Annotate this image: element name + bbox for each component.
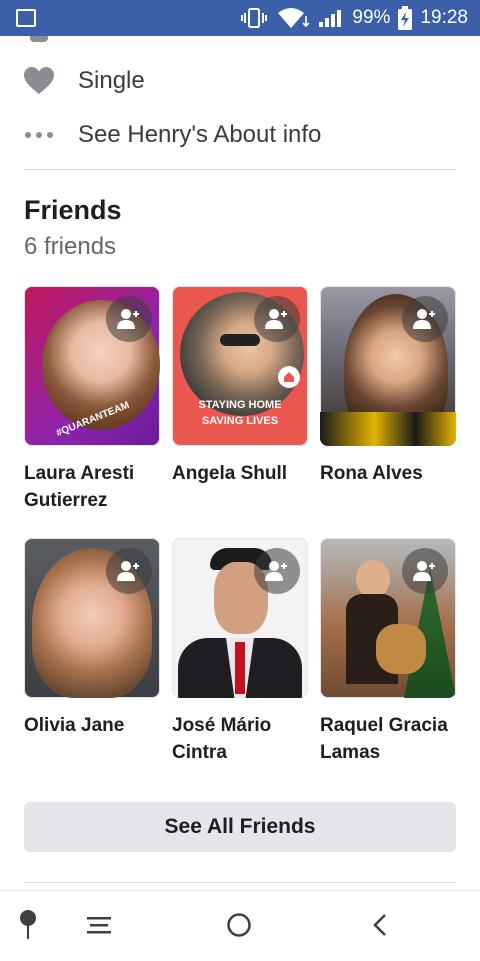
friend-name[interactable]: Laura Aresti Gutierrez xyxy=(24,460,160,514)
relationship-row[interactable]: Single xyxy=(24,61,456,101)
friend-card-rona[interactable]: Rona Alves xyxy=(320,286,456,487)
friend-name-line1: Olivia Jane xyxy=(24,715,125,736)
add-friend-icon[interactable] xyxy=(402,548,448,594)
friend-name-line1: Angela Shull xyxy=(172,463,288,484)
friends-count[interactable]: 6 friends xyxy=(24,233,116,261)
bottom-divider xyxy=(24,882,456,883)
friend-card-olivia[interactable]: Olivia Jane xyxy=(24,538,160,739)
friend-name-line2: Gutierrez xyxy=(24,490,108,511)
friend-name-line2: Lamas xyxy=(320,742,381,763)
see-about-link[interactable]: See Henry's About info xyxy=(78,121,321,149)
friend-name[interactable]: Rona Alves xyxy=(320,460,456,487)
wifi-icon xyxy=(278,8,310,28)
relationship-status: Single xyxy=(78,67,145,94)
signal-icon xyxy=(319,10,342,27)
status-right: 99% 19:28 xyxy=(240,0,468,36)
add-friend-icon[interactable] xyxy=(254,548,300,594)
see-all-friends-button[interactable]: See All Friends xyxy=(24,802,456,852)
back-icon[interactable] xyxy=(364,909,396,941)
vibrate-icon xyxy=(241,8,268,28)
add-friend-icon[interactable] xyxy=(106,548,152,594)
add-friend-icon[interactable] xyxy=(254,296,300,342)
add-friend-icon[interactable] xyxy=(402,296,448,342)
battery-charging-icon xyxy=(398,6,413,30)
friend-name-line2: Cintra xyxy=(172,742,227,763)
heart-icon xyxy=(24,67,54,95)
friend-name-line1: José Mário xyxy=(172,715,272,736)
clock: 19:28 xyxy=(420,7,468,28)
more-dots-icon xyxy=(24,131,54,139)
menu-icon[interactable] xyxy=(83,909,115,941)
friend-name-line1: Rona Alves xyxy=(320,463,423,484)
image-icon xyxy=(16,9,36,27)
friend-photo[interactable]: #QUARANTEAM xyxy=(24,286,160,446)
friends-title: Friends xyxy=(24,195,122,225)
friend-photo[interactable] xyxy=(24,538,160,698)
friend-photo[interactable] xyxy=(320,286,456,446)
friend-name-line1: Raquel Gracia xyxy=(320,715,448,736)
friend-photo[interactable]: STAYING HOME SAVING LIVES xyxy=(172,286,308,446)
friend-name[interactable]: Olivia Jane xyxy=(24,712,160,739)
friend-name[interactable]: Raquel Gracia Lamas xyxy=(320,712,456,766)
friend-card-raquel[interactable]: Raquel Gracia Lamas xyxy=(320,538,456,766)
friend-name-line1: Laura Aresti xyxy=(24,463,135,484)
friend-card-jose[interactable]: José Mário Cintra xyxy=(172,538,308,766)
friend-card-laura[interactable]: #QUARANTEAM Laura Aresti Gutierrez xyxy=(24,286,160,514)
cut-off-row xyxy=(30,36,48,42)
house-icon xyxy=(278,366,300,388)
android-nav-bar xyxy=(0,890,480,961)
friend-photo[interactable] xyxy=(320,538,456,698)
pin-icon[interactable] xyxy=(12,909,44,941)
friend-card-angela[interactable]: STAYING HOME SAVING LIVES Angela Shull xyxy=(172,286,308,487)
add-friend-icon[interactable] xyxy=(106,296,152,342)
friend-photo[interactable] xyxy=(172,538,308,698)
friend-name[interactable]: José Mário Cintra xyxy=(172,712,308,766)
frame-banner-text: STAYING HOME SAVING LIVES xyxy=(198,399,282,427)
section-divider xyxy=(24,169,456,170)
see-about-row[interactable]: See Henry's About info xyxy=(24,115,456,155)
home-circle-icon[interactable] xyxy=(223,909,255,941)
status-bar: 99% 19:28 xyxy=(0,0,480,36)
friend-name[interactable]: Angela Shull xyxy=(172,460,308,487)
battery-percent: 99% xyxy=(352,7,391,28)
